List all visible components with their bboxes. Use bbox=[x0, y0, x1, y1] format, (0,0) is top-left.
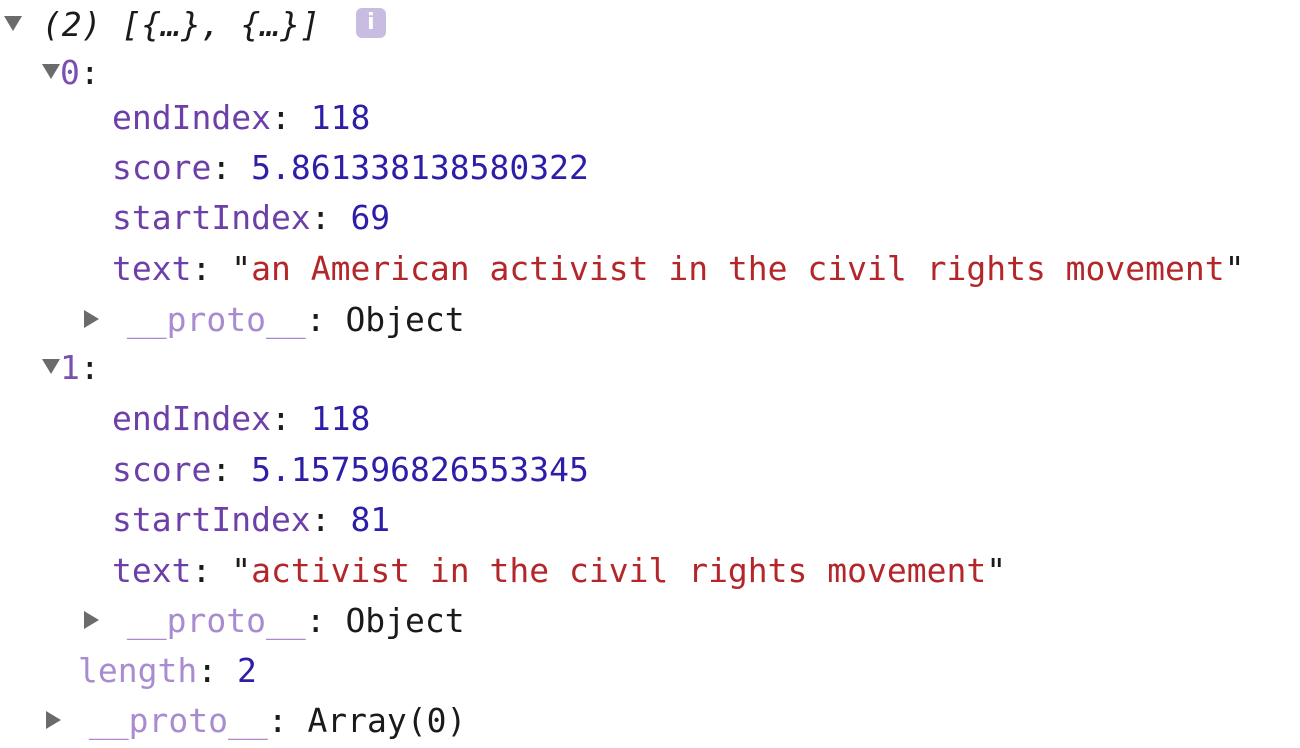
property-key: endIndex bbox=[112, 98, 271, 137]
expand-triangle-down-icon[interactable] bbox=[4, 16, 22, 31]
proto-row[interactable]: __proto__: Object bbox=[84, 596, 465, 646]
property-string-value: activist in the civil rights movement bbox=[251, 551, 987, 590]
property-key: startIndex bbox=[112, 500, 311, 539]
length-key: length bbox=[78, 651, 198, 690]
expand-triangle-down-icon[interactable] bbox=[42, 64, 60, 79]
expand-triangle-right-icon[interactable] bbox=[84, 309, 99, 328]
property-row: startIndex: 81 bbox=[112, 500, 391, 539]
property-key: text bbox=[112, 551, 192, 590]
length-row: length: 2 bbox=[78, 651, 257, 690]
property-key: score bbox=[112, 450, 212, 489]
expand-triangle-right-icon[interactable] bbox=[84, 610, 99, 629]
property-value: 69 bbox=[350, 198, 391, 237]
property-value: 5.861338138580322 bbox=[251, 148, 589, 187]
length-value: 2 bbox=[236, 651, 257, 690]
expand-triangle-right-icon[interactable] bbox=[46, 710, 61, 729]
property-value: 5.157596826553345 bbox=[251, 450, 589, 489]
array-summary: (2) [{…}, {…}] bbox=[41, 5, 321, 44]
property-key: startIndex bbox=[112, 198, 311, 237]
array-item-1-row[interactable]: 1: bbox=[42, 343, 100, 393]
proto-value: Object bbox=[345, 601, 465, 640]
property-row: endIndex: 118 bbox=[112, 399, 371, 438]
proto-value: Object bbox=[345, 300, 465, 339]
proto-row[interactable]: __proto__: Object bbox=[84, 295, 465, 345]
proto-key: __proto__ bbox=[126, 300, 306, 339]
property-row: endIndex: 118 bbox=[112, 98, 371, 137]
array-index: 1 bbox=[60, 348, 80, 387]
property-row: text: "activist in the civil rights move… bbox=[112, 551, 1007, 590]
property-key: endIndex bbox=[112, 399, 271, 438]
info-icon[interactable]: i bbox=[355, 7, 386, 38]
proto-value: Array(0) bbox=[307, 701, 467, 740]
property-value: 118 bbox=[310, 399, 371, 438]
proto-key: __proto__ bbox=[88, 701, 268, 740]
property-value: 118 bbox=[310, 98, 371, 137]
proto-key: __proto__ bbox=[126, 601, 306, 640]
expand-triangle-down-icon[interactable] bbox=[42, 359, 60, 374]
array-item-0-row[interactable]: 0: bbox=[42, 48, 100, 98]
array-summary-row[interactable]: (2) [{…}, {…}] i bbox=[4, 0, 386, 50]
property-value: 81 bbox=[350, 500, 391, 539]
property-string-value: an American activist in the civil rights… bbox=[251, 249, 1225, 288]
property-key: text bbox=[112, 249, 192, 288]
property-row: score: 5.157596826553345 bbox=[112, 450, 589, 489]
array-index: 0 bbox=[60, 53, 80, 92]
property-row: startIndex: 69 bbox=[112, 198, 391, 237]
property-row: score: 5.861338138580322 bbox=[112, 148, 589, 187]
array-proto-row[interactable]: __proto__: Array(0) bbox=[46, 696, 466, 746]
property-row: text: "an American activist in the civil… bbox=[112, 249, 1245, 288]
devtools-console-output: (2) [{…}, {…}] i 0: endIndex: 118 score:… bbox=[0, 0, 1300, 748]
property-key: score bbox=[112, 148, 212, 187]
